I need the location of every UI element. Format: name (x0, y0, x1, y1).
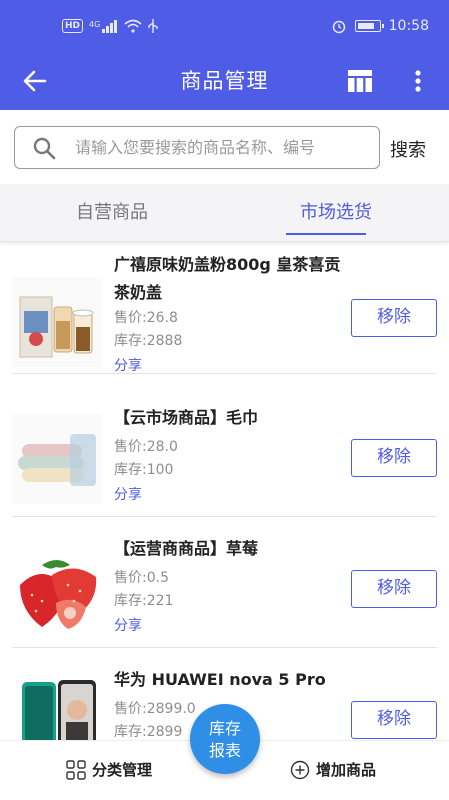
plus-circle-icon (290, 760, 310, 779)
product-info: 广禧原味奶盖粉800g 皇茶喜贡 茶奶盖 售价:26.8 库存:2888 分享 (114, 251, 354, 378)
product-image (12, 277, 102, 367)
product-name: 【云市场商品】毛巾 (114, 408, 259, 427)
product-image (12, 545, 102, 635)
list-item[interactable]: 广禧原味奶盖粉800g 皇茶喜贡 茶奶盖 售价:26.8 库存:2888 分享 … (12, 243, 437, 374)
add-product-label: 增加商品 (316, 761, 377, 779)
search-box (14, 126, 380, 169)
app-bar: 商品管理 (0, 52, 449, 110)
signal-icon: 4G (89, 19, 118, 33)
wifi-icon (124, 19, 142, 33)
tab-self-operated[interactable]: 自营商品 (0, 184, 224, 242)
remove-button[interactable]: 移除 (351, 701, 437, 739)
active-tab-indicator (286, 233, 366, 235)
more-vertical-icon (415, 70, 421, 92)
share-link[interactable]: 分享 (114, 484, 354, 507)
hd-badge: HD (62, 19, 84, 33)
network-label: 4G (89, 19, 101, 29)
product-info: 【运营商商品】草莓 售价:0.5 库存:221 分享 (114, 535, 354, 638)
category-management-label: 分类管理 (92, 761, 153, 779)
search-icon (29, 133, 59, 163)
product-price: 售价:0.5 (114, 570, 169, 586)
product-stock: 库存:2888 (114, 333, 183, 349)
product-price: 售价:26.8 (114, 310, 178, 326)
search-button[interactable]: 搜索 (390, 136, 426, 162)
battery-icon (354, 20, 384, 32)
search-input[interactable] (75, 138, 365, 157)
status-bar: HD 4G 10:58 (0, 0, 449, 52)
table-view-button[interactable] (344, 65, 376, 97)
share-link[interactable]: 分享 (114, 615, 354, 638)
more-button[interactable] (406, 65, 430, 97)
product-name: 华为 HUAWEI nova 5 Pro (114, 670, 326, 689)
status-left: HD 4G (62, 18, 159, 34)
tab-bar: 自营商品 市场选货 (0, 184, 449, 242)
inventory-report-fab[interactable]: 库存 报表 (190, 704, 260, 774)
alarm-icon (332, 20, 345, 34)
search-row: 搜索 (0, 110, 449, 184)
category-management-button[interactable]: 分类管理 (66, 759, 152, 780)
product-name: 【运营商商品】草莓 (114, 539, 259, 558)
fab-label-line2: 报表 (208, 741, 241, 760)
remove-button[interactable]: 移除 (351, 299, 437, 337)
table-icon (348, 70, 372, 92)
remove-button[interactable]: 移除 (351, 570, 437, 608)
page-title: 商品管理 (180, 69, 269, 93)
product-price: 售价:28.0 (114, 439, 178, 455)
product-stock: 库存:221 (114, 593, 174, 609)
product-image (12, 414, 102, 504)
list-item[interactable]: 【云市场商品】毛巾 售价:28.0 库存:100 分享 移除 (12, 386, 437, 517)
product-name: 广禧原味奶盖粉800g 皇茶喜贡 (114, 255, 341, 274)
list-item[interactable]: 【运营商商品】草莓 售价:0.5 库存:221 分享 移除 (12, 517, 437, 648)
add-product-button[interactable]: 增加商品 (290, 759, 376, 780)
share-link[interactable]: 分享 (114, 355, 354, 378)
status-right: 10:58 (331, 18, 429, 34)
status-time: 10:58 (388, 18, 429, 34)
product-info: 【云市场商品】毛巾 售价:28.0 库存:100 分享 (114, 404, 354, 507)
usb-icon (148, 19, 159, 33)
fab-label-line1: 库存 (208, 719, 241, 738)
product-stock: 库存:100 (114, 462, 174, 478)
grid-icon (66, 759, 86, 780)
remove-button[interactable]: 移除 (351, 439, 437, 477)
product-name-cont: 茶奶盖 (114, 283, 163, 302)
